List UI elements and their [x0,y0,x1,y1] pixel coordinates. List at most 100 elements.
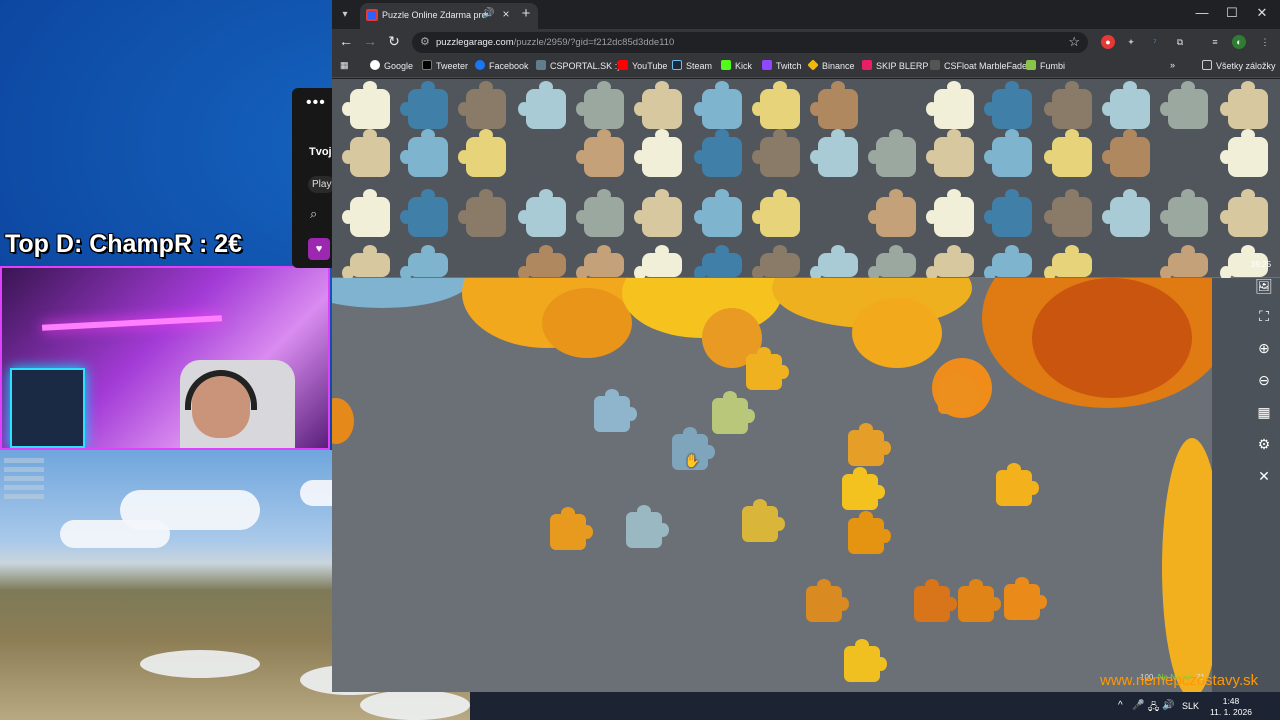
bookmark-youtube[interactable]: YouTube [618,60,667,71]
extension-icon[interactable]: ⁷ [1148,35,1162,49]
bookmark-star-icon[interactable]: ☆ [1068,34,1080,50]
puzzle-piece[interactable] [844,639,887,682]
site-info-icon[interactable]: ⚙ [420,35,430,48]
all-bookmarks-folder[interactable]: Všetky záložky [1202,60,1276,71]
language-indicator[interactable]: SLK [1182,701,1199,711]
puzzle-piece[interactable] [694,129,742,177]
puzzle-piece[interactable] [458,189,506,237]
puzzle-piece[interactable] [518,189,566,237]
puzzle-piece[interactable] [848,423,891,466]
tab-close-button[interactable]: × [498,7,514,21]
microphone-icon[interactable]: 🎤 [1132,700,1144,711]
puzzle-piece[interactable] [806,579,849,622]
puzzle-piece[interactable] [1220,81,1268,129]
puzzle-board[interactable] [332,278,1212,692]
puzzle-piece[interactable] [1044,81,1092,129]
puzzle-piece[interactable] [1102,81,1150,129]
puzzle-piece[interactable] [1102,189,1150,237]
puzzle-piece[interactable] [458,81,506,129]
puzzle-piece[interactable] [958,579,1001,622]
puzzle-piece[interactable] [1044,245,1092,280]
bookmark-skip-blerp[interactable]: SKIP BLERP [862,60,928,71]
bookmark-tweeter[interactable]: Tweeter [422,60,468,71]
network-icon[interactable]: 🖧 [1148,700,1159,717]
puzzle-piece[interactable] [342,129,390,177]
puzzle-piece[interactable] [634,81,682,129]
puzzle-piece[interactable] [996,463,1039,506]
puzzle-piece[interactable] [1160,245,1208,280]
puzzle-piece[interactable] [752,129,800,177]
sort-pieces-icon[interactable]: ▦ [1254,402,1274,422]
puzzle-piece[interactable] [742,499,785,542]
volume-icon[interactable]: 🔊 [1162,700,1174,711]
puzzle-piece[interactable] [342,189,390,237]
puzzle-piece[interactable] [1044,189,1092,237]
bookmark-steam[interactable]: Steam [672,60,712,71]
puzzle-piece[interactable] [984,81,1032,129]
puzzle-piece[interactable] [550,507,593,550]
extension-icon[interactable]: ● [1101,35,1115,49]
puzzle-piece[interactable] [694,81,742,129]
puzzle-piece[interactable] [400,189,448,237]
puzzle-piece[interactable] [694,189,742,237]
fullscreen-icon[interactable]: ⛶ [1254,306,1274,326]
puzzle-piece[interactable] [984,189,1032,237]
puzzle-piece[interactable] [752,81,800,129]
puzzle-piece[interactable] [594,389,637,432]
puzzle-piece[interactable] [576,129,624,177]
puzzle-piece[interactable] [634,189,682,237]
bookmark-binance[interactable]: Binance [807,59,855,71]
heart-icon[interactable]: ♥ [308,238,330,260]
piece-tray[interactable] [332,79,1280,280]
reload-button[interactable]: ↻ [384,33,404,50]
browser-menu-icon[interactable]: ⋮ [1258,35,1272,49]
puzzle-piece[interactable] [868,189,916,237]
puzzle-piece[interactable] [400,245,448,280]
bookmarks-more-button[interactable]: » [1170,60,1175,70]
bookmark-facebook[interactable]: Facebook [475,60,529,71]
extension-icon[interactable]: ✦ [1124,35,1138,49]
search-icon[interactable]: ⌕ [310,206,317,222]
audio-icon[interactable]: 🔊 [482,8,494,19]
puzzle-piece[interactable] [400,129,448,177]
puzzle-piece[interactable] [746,347,789,390]
puzzle-piece[interactable] [1160,81,1208,129]
clock[interactable]: 1:48 11. 1. 2026 [1206,696,1256,718]
tab-puzzle[interactable]: Puzzle Online Zdarma pre Dospelých 🔊 × [360,3,538,29]
back-button[interactable]: ← [336,33,356,49]
puzzle-piece[interactable] [1004,577,1047,620]
puzzle-piece[interactable] [576,189,624,237]
window-close-button[interactable]: ✕ [1252,5,1272,21]
puzzle-piece[interactable] [576,245,624,280]
tab-search-icon[interactable]: ▾ [336,6,354,24]
puzzle-piece[interactable] [842,467,885,510]
puzzle-piece[interactable] [914,579,957,622]
puzzle-piece[interactable] [926,81,974,129]
puzzle-piece[interactable] [984,129,1032,177]
puzzle-piece[interactable] [938,371,981,414]
puzzle-piece[interactable] [1160,189,1208,237]
puzzle-piece[interactable] [868,129,916,177]
more-icon[interactable]: ••• [306,94,326,112]
puzzle-piece[interactable] [926,245,974,280]
puzzle-piece[interactable] [1220,189,1268,237]
zoom-out-icon[interactable]: ⊖ [1254,370,1274,390]
url-text[interactable]: puzzlegarage.com/puzzle/2959/?gid=f212dc… [436,37,674,48]
forward-button[interactable]: → [360,33,380,49]
puzzle-piece[interactable] [848,511,891,554]
puzzle-piece[interactable] [752,245,800,280]
new-tab-button[interactable]: + [516,5,536,22]
puzzle-piece[interactable] [518,81,566,129]
address-bar[interactable]: ⚙ puzzlegarage.com/puzzle/2959/?gid=f212… [412,32,1088,53]
puzzle-piece[interactable] [342,81,390,129]
puzzle-piece[interactable] [634,245,682,280]
puzzle-piece[interactable] [694,245,742,280]
bookmark-csfloat[interactable]: CSFloat MarbleFade [930,60,1027,71]
bookmark-google[interactable]: Google [370,60,413,71]
puzzle-piece[interactable] [868,245,916,280]
puzzle-piece[interactable] [810,245,858,280]
puzzle-piece[interactable] [576,81,624,129]
puzzle-piece[interactable] [810,129,858,177]
puzzle-piece[interactable] [984,245,1032,280]
puzzle-piece[interactable] [752,189,800,237]
